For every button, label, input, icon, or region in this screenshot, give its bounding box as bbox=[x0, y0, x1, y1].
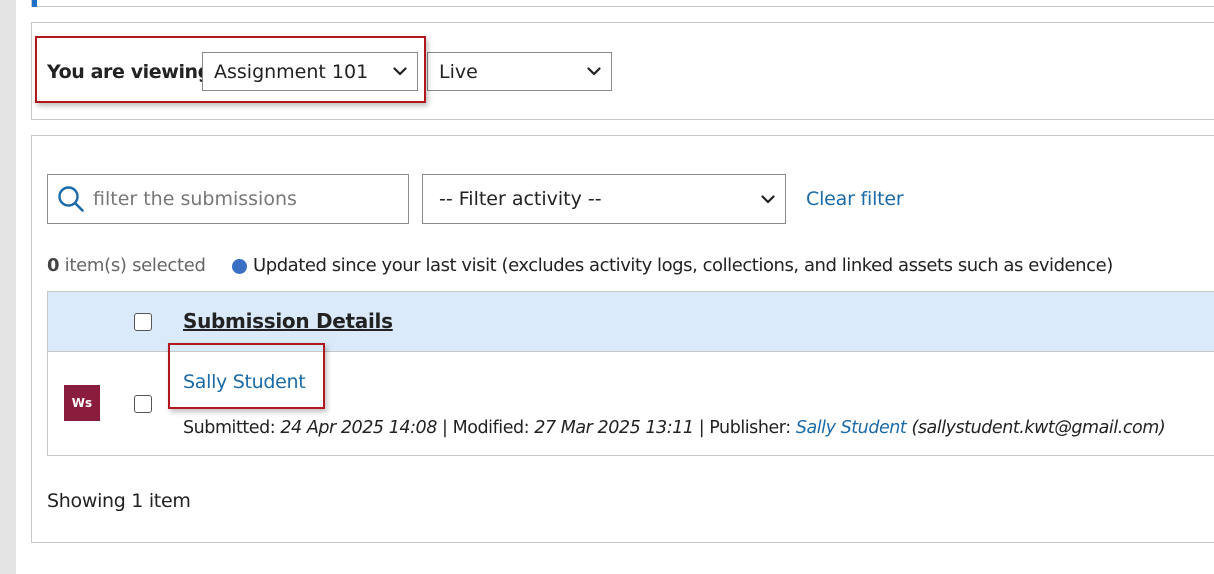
status-select[interactable]: Live bbox=[427, 52, 612, 91]
modified-date: 27 Mar 2025 13:11 bbox=[534, 418, 694, 438]
selected-count: 0 item(s) selected bbox=[47, 254, 206, 278]
assignment-select[interactable]: Assignment 101 bbox=[202, 52, 418, 91]
search-input[interactable] bbox=[93, 188, 408, 210]
updated-legend: Updated since your last visit (excludes … bbox=[232, 254, 1113, 278]
meta-separator: | bbox=[442, 418, 448, 438]
table-header: Submission Details bbox=[48, 292, 1214, 352]
search-box[interactable] bbox=[47, 174, 409, 224]
left-rail bbox=[0, 0, 16, 574]
updated-dot-icon bbox=[232, 258, 247, 274]
row-checkbox[interactable] bbox=[134, 395, 152, 413]
clear-filter-link[interactable]: Clear filter bbox=[806, 185, 904, 213]
submission-details-header[interactable]: Submission Details bbox=[183, 307, 393, 335]
submitted-date: 24 Apr 2025 14:08 bbox=[280, 418, 437, 438]
assignment-select-value: Assignment 101 bbox=[214, 60, 369, 83]
chevron-down-icon bbox=[393, 65, 407, 79]
status-select-value: Live bbox=[439, 60, 478, 83]
publisher-email: (sallystudent.kwt@gmail.com) bbox=[911, 418, 1166, 438]
selected-count-suffix: item(s) selected bbox=[59, 255, 206, 276]
publisher-name-link[interactable]: Sally Student bbox=[796, 418, 907, 438]
selected-count-number: 0 bbox=[47, 255, 60, 276]
avatar: Ws bbox=[64, 385, 100, 421]
top-panel bbox=[31, 0, 1214, 7]
viewing-label: You are viewing: bbox=[47, 61, 219, 83]
submission-meta: Submitted: 24 Apr 2025 14:08 | Modified:… bbox=[183, 415, 1166, 441]
chevron-down-icon bbox=[761, 192, 775, 206]
activity-filter-select[interactable]: -- Filter activity -- bbox=[422, 174, 786, 224]
submitted-label: Submitted: bbox=[183, 418, 276, 438]
updated-legend-text: Updated since your last visit (excludes … bbox=[253, 255, 1113, 276]
select-all-checkbox[interactable] bbox=[134, 313, 152, 331]
activity-filter-value: -- Filter activity -- bbox=[439, 188, 602, 210]
modified-label: Modified: bbox=[452, 418, 530, 438]
meta-separator: | bbox=[698, 418, 705, 438]
showing-count: Showing 1 item bbox=[47, 490, 191, 512]
search-icon bbox=[58, 186, 84, 212]
submissions-table: Submission Details Ws Sally Student Subm… bbox=[47, 291, 1214, 456]
publisher-label: Publisher: bbox=[709, 418, 791, 438]
chevron-down-icon bbox=[587, 65, 601, 79]
top-panel-accent bbox=[32, 0, 37, 7]
student-name-link[interactable]: Sally Student bbox=[183, 368, 306, 396]
